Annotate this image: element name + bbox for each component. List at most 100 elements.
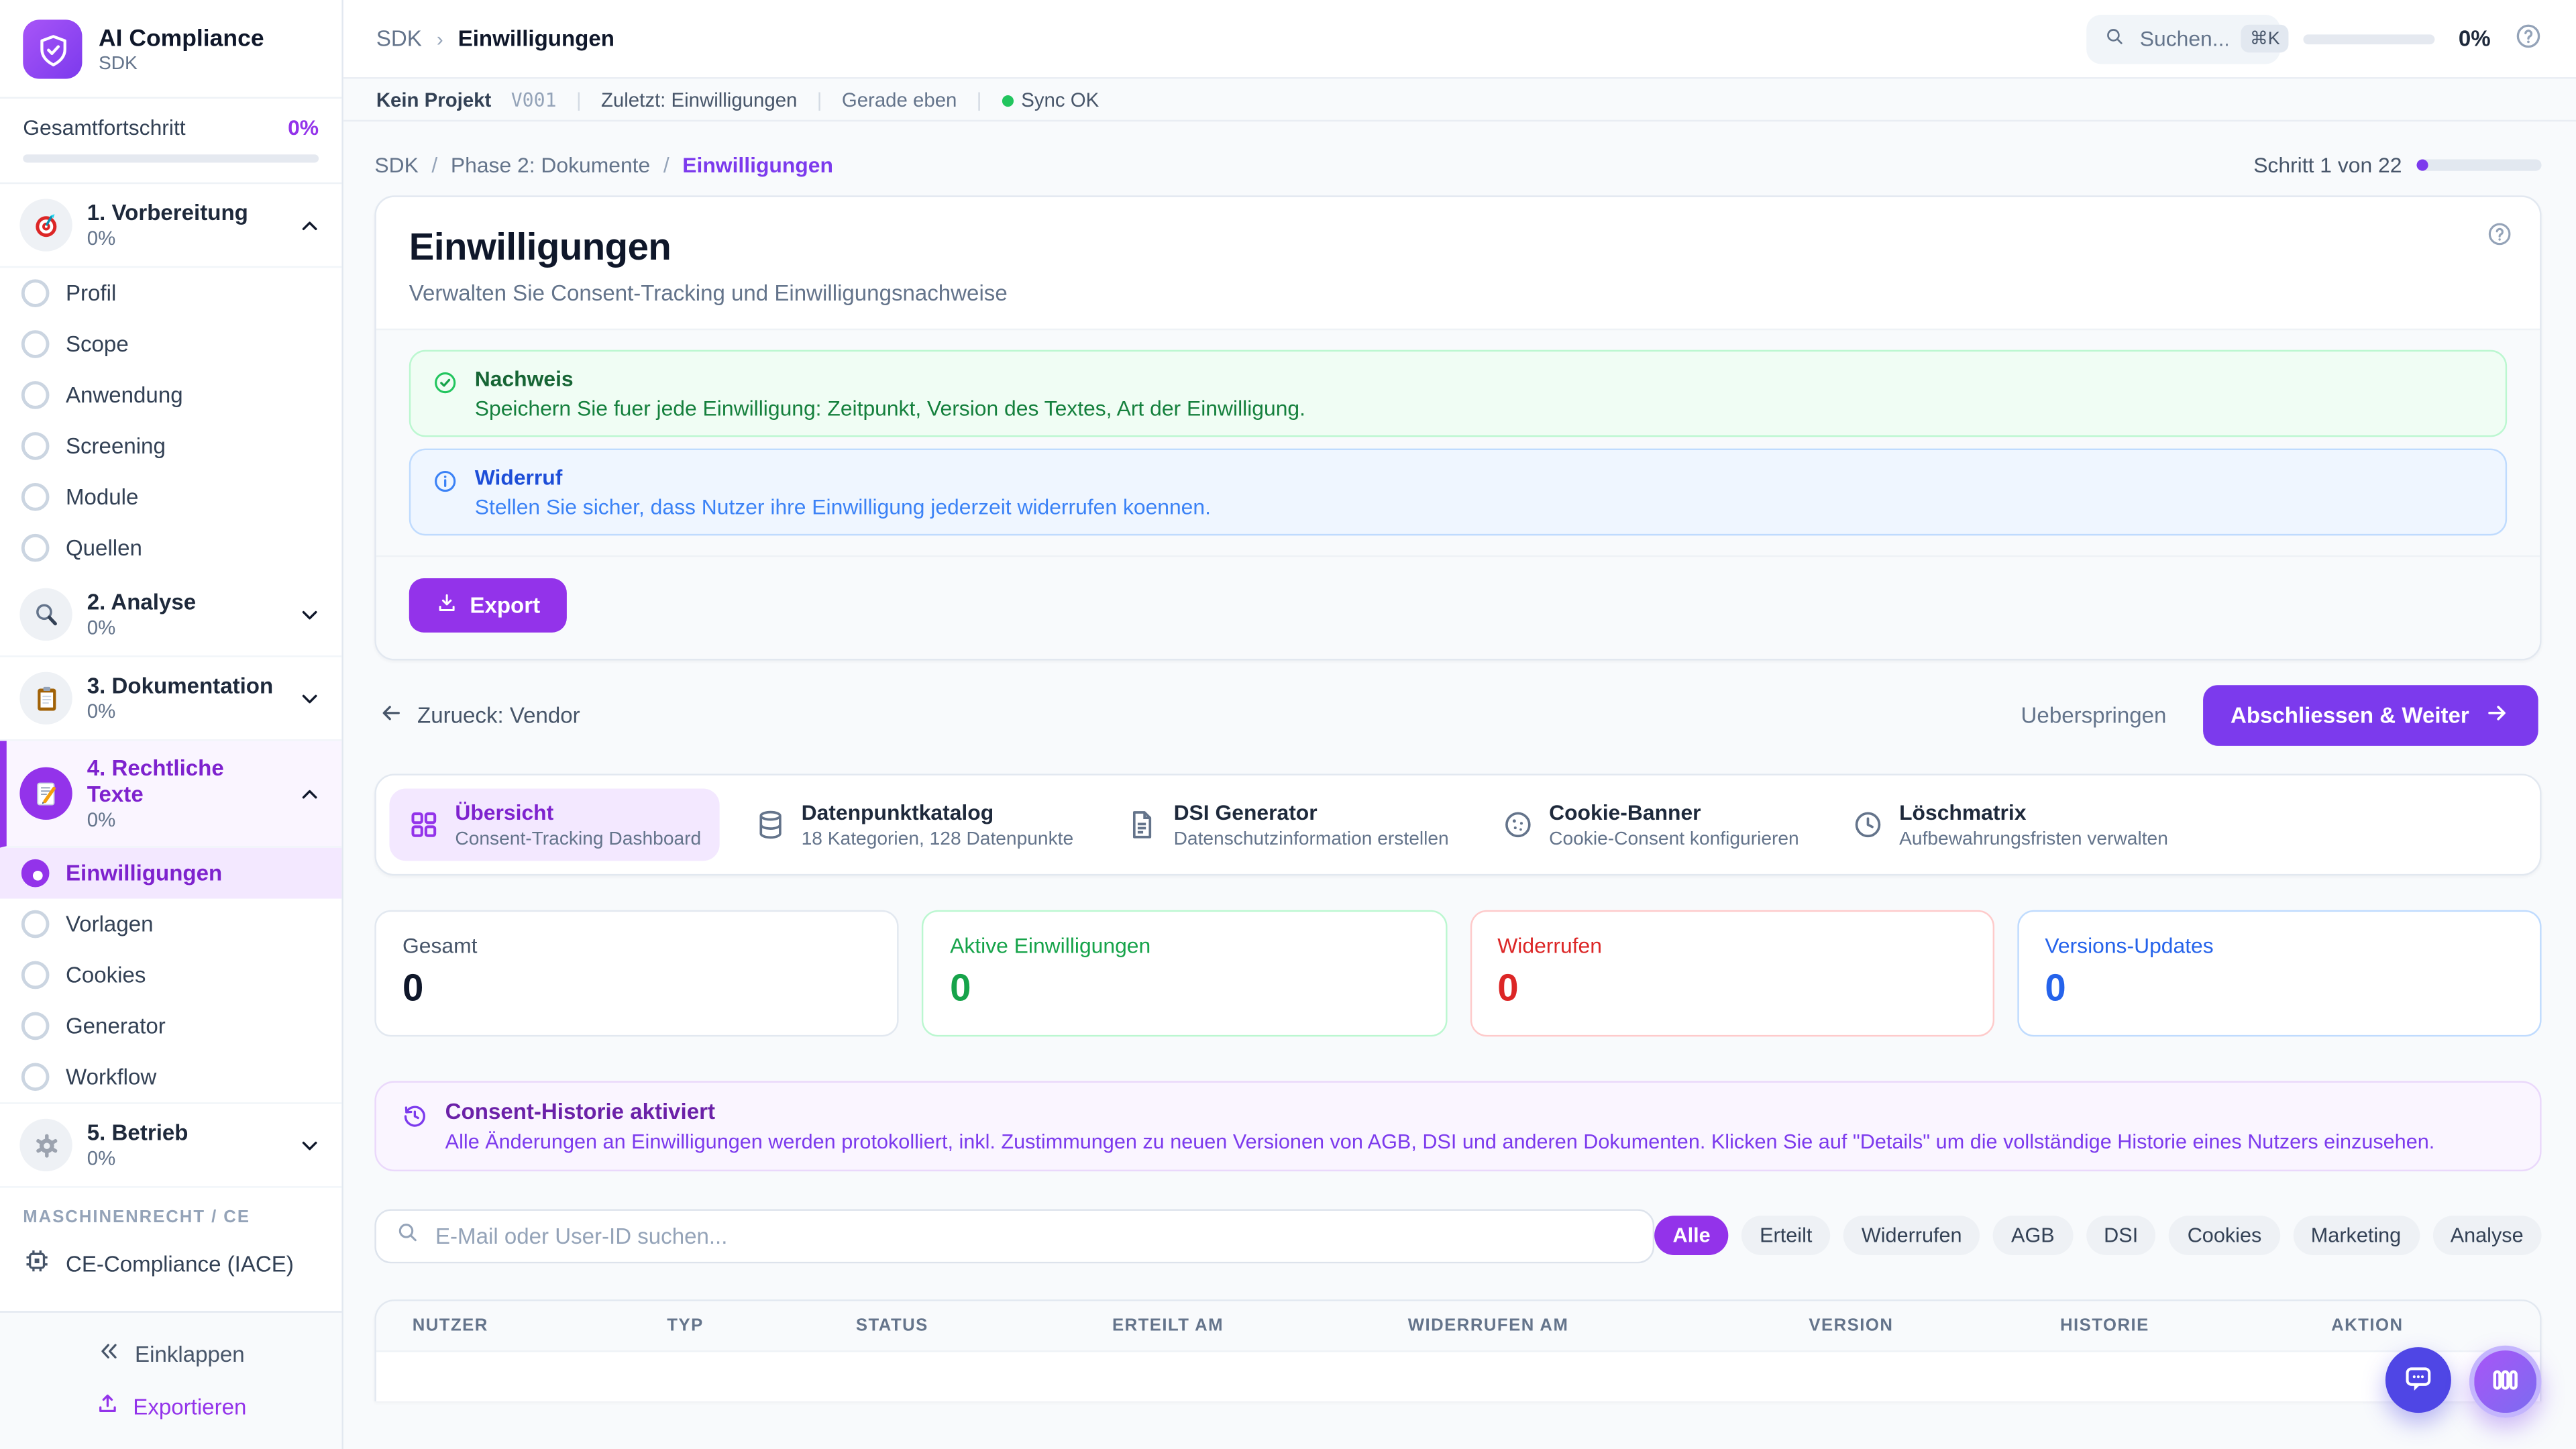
step-label: Schritt 1 von 22 <box>2253 153 2402 178</box>
chip-dsi[interactable]: DSI <box>2086 1216 2156 1255</box>
sidebar-item-scope[interactable]: Scope <box>0 319 341 370</box>
chip-cookies[interactable]: Cookies <box>2169 1216 2280 1255</box>
breadcrumb-phase[interactable]: Phase 2: Dokumente <box>451 153 650 178</box>
tab-loeschmatrix[interactable]: Löschmatrix Aufbewahrungsfristen verwalt… <box>1833 789 2186 861</box>
chip-widerrufen[interactable]: Widerrufen <box>1843 1216 1980 1255</box>
sidebar-item-profil[interactable]: Profil <box>0 268 341 319</box>
stat-value: 0 <box>950 965 1419 1010</box>
chip-marketing[interactable]: Marketing <box>2293 1216 2419 1255</box>
tab-cookie-banner[interactable]: Cookie-Banner Cookie-Consent konfigurier… <box>1483 789 1817 861</box>
sidebar-item-label: Screening <box>66 434 166 459</box>
chevron-down-icon <box>297 602 322 627</box>
tab-uebersicht[interactable]: Übersicht Consent-Tracking Dashboard <box>389 789 719 861</box>
sidebar-item-label: Quellen <box>66 535 142 560</box>
divider: | <box>576 88 582 111</box>
columns-icon <box>2489 1362 2522 1400</box>
double-chevron-left-icon <box>97 1339 122 1368</box>
radio-icon <box>21 381 50 409</box>
sidebar-item-anwendung[interactable]: Anwendung <box>0 370 341 421</box>
radio-icon <box>21 432 50 460</box>
stat-label: Widerrufen <box>1497 932 1966 957</box>
search-icon <box>396 1221 421 1250</box>
stats-row: Gesamt 0 Aktive Einwilligungen 0 Widerru… <box>374 910 2541 1036</box>
user-search-input[interactable] <box>435 1223 1633 1248</box>
alert-title: Widerruf <box>475 465 1211 490</box>
last-visited: Zuletzt: Einwilligungen <box>601 88 797 111</box>
sidebar-item-label: Anwendung <box>66 383 183 408</box>
tab-subtitle: Aufbewahrungsfristen verwalten <box>1899 829 2168 849</box>
breadcrumb-sdk[interactable]: SDK <box>374 153 418 178</box>
breadcrumb-root[interactable]: SDK <box>376 26 422 51</box>
tab-title: Datenpunktkatalog <box>802 800 1074 826</box>
sidebar-section-vorbereitung[interactable]: 1. Vorbereitung 0% <box>0 184 341 268</box>
sidebar-section-betrieb[interactable]: 5. Betrieb 0% <box>0 1102 341 1187</box>
alert-widerruf: Widerruf Stellen Sie sicher, dass Nutzer… <box>409 449 2507 536</box>
sidebar-item-label: Cookies <box>66 963 146 987</box>
global-search[interactable]: ⌘K <box>2087 14 2281 63</box>
help-icon[interactable] <box>2514 21 2543 56</box>
app-window: AI Compliance SDK Gesamtfortschritt 0% 1… <box>0 0 2576 1449</box>
export-button[interactable]: Export <box>409 578 567 633</box>
column-header-erteilt-am: ERTEILT AM <box>1112 1316 1408 1335</box>
tab-subtitle: Datenschutzinformation erstellen <box>1174 829 1449 849</box>
column-header-historie: HISTORIE <box>2060 1316 2331 1335</box>
chip-agb[interactable]: AGB <box>1993 1216 2073 1255</box>
columns-panel-button[interactable] <box>2469 1346 2542 1418</box>
sidebar-item-ce-compliance[interactable]: CE-Compliance (IACE) <box>0 1234 341 1293</box>
banner-title: Consent-Historie aktiviert <box>445 1098 2435 1123</box>
topbar-breadcrumb: SDK › Einwilligungen <box>376 26 614 51</box>
sidebar-item-generator[interactable]: Generator <box>0 1001 341 1052</box>
sidebar-group-label: MASCHINENRECHT / CE <box>0 1188 341 1234</box>
global-search-input[interactable] <box>2140 26 2229 51</box>
collapse-sidebar-button[interactable]: Einklappen <box>0 1328 341 1380</box>
check-circle-icon <box>432 370 458 421</box>
sidebar-item-label: Scope <box>66 332 129 357</box>
tab-datenpunktkatalog[interactable]: Datenpunktkatalog 18 Kategorien, 128 Dat… <box>736 789 1091 861</box>
alert-title: Nachweis <box>475 366 1305 391</box>
chevron-down-icon <box>297 1133 322 1158</box>
sidebar-item-screening[interactable]: Screening <box>0 421 341 472</box>
export-sidebar-button[interactable]: Exportieren <box>0 1380 341 1432</box>
chip-erteilt[interactable]: Erteilt <box>1741 1216 1830 1255</box>
sidebar-item-einwilligungen[interactable]: Einwilligungen <box>0 848 341 899</box>
filter-chips: Alle Erteilt Widerrufen AGB DSI Cookies … <box>1655 1216 2542 1255</box>
tab-dsi-generator[interactable]: DSI Generator Datenschutzinformation ers… <box>1108 789 1467 861</box>
sidebar-item-label: Module <box>66 484 138 509</box>
sidebar-section-analyse[interactable]: 2. Analyse 0% <box>0 574 341 657</box>
back-link[interactable]: Zurueck: Vendor <box>378 700 580 731</box>
chip-analyse[interactable]: Analyse <box>2432 1216 2542 1255</box>
complete-next-button[interactable]: Abschliessen & Weiter <box>2202 685 2538 746</box>
keyboard-shortcut-badge: ⌘K <box>2242 25 2288 53</box>
shield-check-icon <box>23 19 82 78</box>
sidebar-item-quellen[interactable]: Quellen <box>0 523 341 574</box>
download-icon <box>435 592 458 620</box>
skip-button[interactable]: Ueberspringen <box>2021 703 2167 728</box>
help-icon[interactable] <box>2485 220 2514 253</box>
sidebar-section-rechtliche-texte[interactable]: 4. Rechtliche Texte 0% <box>0 741 341 847</box>
sidebar-item-module[interactable]: Module <box>0 472 341 523</box>
sync-ok-dot <box>1002 95 1013 106</box>
header-progress-value: 0% <box>2459 26 2491 51</box>
card-actions: Export <box>376 555 2540 659</box>
cookie-icon <box>1501 808 1534 841</box>
sidebar-item-cookies[interactable]: Cookies <box>0 950 341 1001</box>
radio-icon <box>21 330 50 358</box>
sidebar-section-dokumentation[interactable]: 3. Dokumentation 0% <box>0 657 341 741</box>
chat-bubble-icon <box>2402 1361 2434 1399</box>
breadcrumb-current: Einwilligungen <box>682 153 833 178</box>
sidebar-item-workflow[interactable]: Workflow <box>0 1051 341 1102</box>
stat-widerrufen: Widerrufen 0 <box>1470 910 1994 1036</box>
section-progress: 0% <box>87 227 248 250</box>
sidebar: AI Compliance SDK Gesamtfortschritt 0% 1… <box>0 0 343 1449</box>
user-search[interactable] <box>374 1208 1654 1263</box>
tab-subtitle: Cookie-Consent konfigurieren <box>1549 829 1799 849</box>
overall-progress-bar <box>23 154 319 162</box>
chevron-up-icon <box>297 213 322 237</box>
overall-progress-label: Gesamtfortschritt <box>23 115 185 140</box>
chip-alle[interactable]: Alle <box>1655 1216 1729 1255</box>
section-progress: 0% <box>87 700 273 723</box>
chat-button[interactable] <box>2385 1347 2451 1413</box>
clock-icon <box>1851 808 1884 841</box>
stat-value: 0 <box>1497 965 1966 1010</box>
sidebar-item-vorlagen[interactable]: Vorlagen <box>0 899 341 950</box>
